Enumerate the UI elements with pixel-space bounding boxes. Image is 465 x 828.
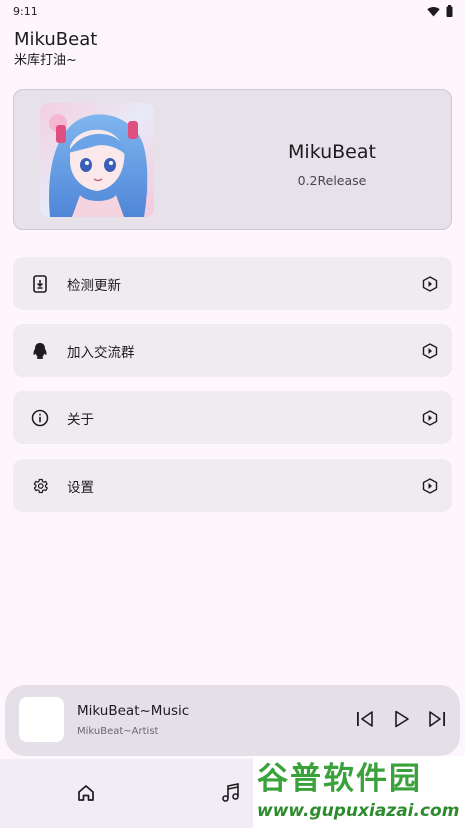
previous-icon[interactable]: [354, 708, 376, 730]
watermark-text: 谷普软件园: [257, 761, 422, 797]
menu-item-label: 关于: [67, 411, 94, 428]
chevron-right-icon: [422, 342, 438, 359]
mini-player[interactable]: MikuBeat~Music MikuBeat~Artist: [5, 685, 460, 756]
player-track-title: MikuBeat~Music: [77, 703, 190, 719]
player-track-artist: MikuBeat~Artist: [77, 726, 159, 737]
watermark-url: www.gupuxiazai.com: [257, 801, 460, 821]
gear-icon: [30, 476, 50, 496]
music-note-icon[interactable]: [219, 781, 243, 805]
menu-item-label: 检测更新: [67, 277, 121, 294]
status-time: 9:11: [13, 4, 38, 18]
next-icon[interactable]: [426, 708, 448, 730]
app-header: MikuBeat 米库打油~: [14, 29, 97, 69]
status-icons: [427, 5, 453, 17]
chevron-right-icon: [422, 477, 438, 494]
info-icon: [30, 408, 50, 428]
watermark-logo: 谷普软件园 www.gupuxiazai.com: [253, 756, 465, 828]
menu-item-label: 加入交流群: [67, 344, 135, 361]
menu-item-about[interactable]: 关于: [13, 391, 452, 444]
status-bar: 9:11: [0, 0, 465, 22]
chevron-right-icon: [422, 409, 438, 426]
app-version: 0.2Release: [297, 173, 367, 188]
qq-penguin-icon: [30, 341, 50, 361]
player-controls: [354, 708, 448, 730]
menu-item-label: 设置: [67, 479, 94, 496]
home-icon[interactable]: [74, 781, 98, 805]
menu-item-settings[interactable]: 设置: [13, 459, 452, 512]
wifi-icon: [427, 6, 440, 16]
cover-art-image: [40, 103, 154, 217]
app-title: MikuBeat: [14, 29, 98, 50]
player-album-art[interactable]: [19, 697, 64, 742]
chevron-right-icon: [422, 275, 438, 292]
play-icon[interactable]: [390, 708, 412, 730]
app-subtitle: 米库打油~: [14, 53, 77, 68]
menu-item-check-update[interactable]: 检测更新: [13, 257, 452, 310]
menu-item-join-group[interactable]: 加入交流群: [13, 324, 452, 377]
app-name: MikuBeat: [288, 141, 376, 163]
phone-download-icon: [30, 274, 50, 294]
battery-icon: [446, 5, 453, 17]
app-info-card: MikuBeat 0.2Release: [13, 89, 452, 230]
